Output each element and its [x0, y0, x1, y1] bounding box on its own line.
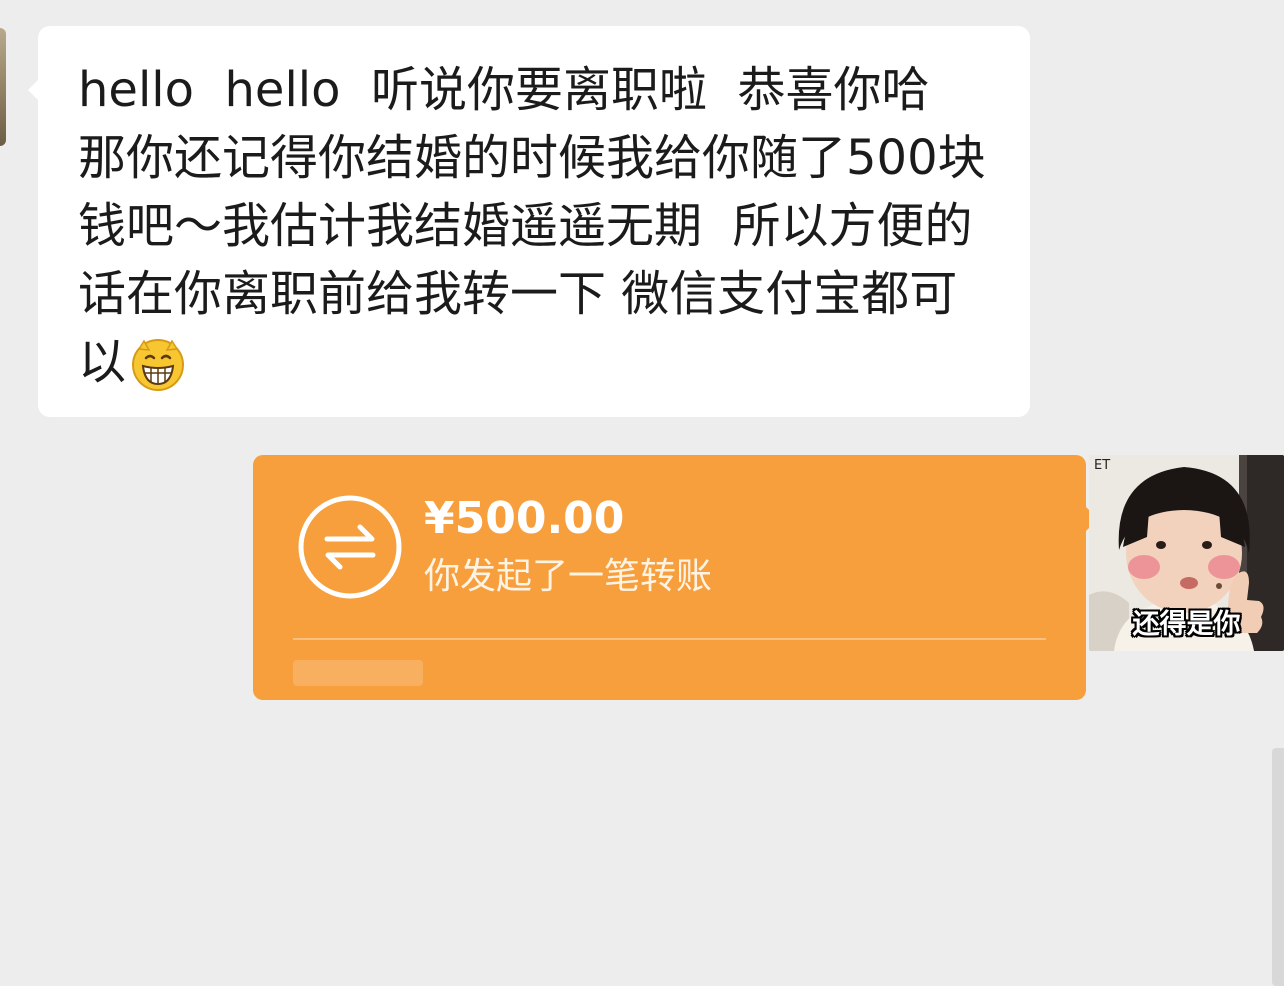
transfer-amount: ¥500.00: [424, 493, 625, 544]
transfer-divider: [293, 638, 1046, 640]
transfer-footer-label: [293, 660, 423, 686]
transfer-status: 你发起了一笔转账: [424, 556, 713, 597]
grinning-face-icon: [130, 336, 186, 392]
sticker-watermark: ET: [1094, 458, 1111, 473]
incoming-message-bubble[interactable]: hello hello 听说你要离职啦 恭喜你哈 那你还记得你结婚的时候我给你随…: [28, 26, 1030, 417]
incoming-message-text: hello hello 听说你要离职啦 恭喜你哈 那你还记得你结婚的时候我给你随…: [78, 62, 986, 390]
sticker-caption: 还得是你: [1132, 609, 1241, 640]
transfer-card[interactable]: ¥500.00 你发起了一笔转账: [253, 455, 1098, 700]
scrollbar[interactable]: [1272, 748, 1284, 986]
sender-avatar[interactable]: [0, 28, 6, 146]
transfer-arrows-icon: [297, 494, 403, 600]
incoming-message-body: hello hello 听说你要离职啦 恭喜你哈 那你还记得你结婚的时候我给你随…: [78, 56, 990, 396]
sticker-image[interactable]: ET 还得是你: [1089, 455, 1284, 651]
